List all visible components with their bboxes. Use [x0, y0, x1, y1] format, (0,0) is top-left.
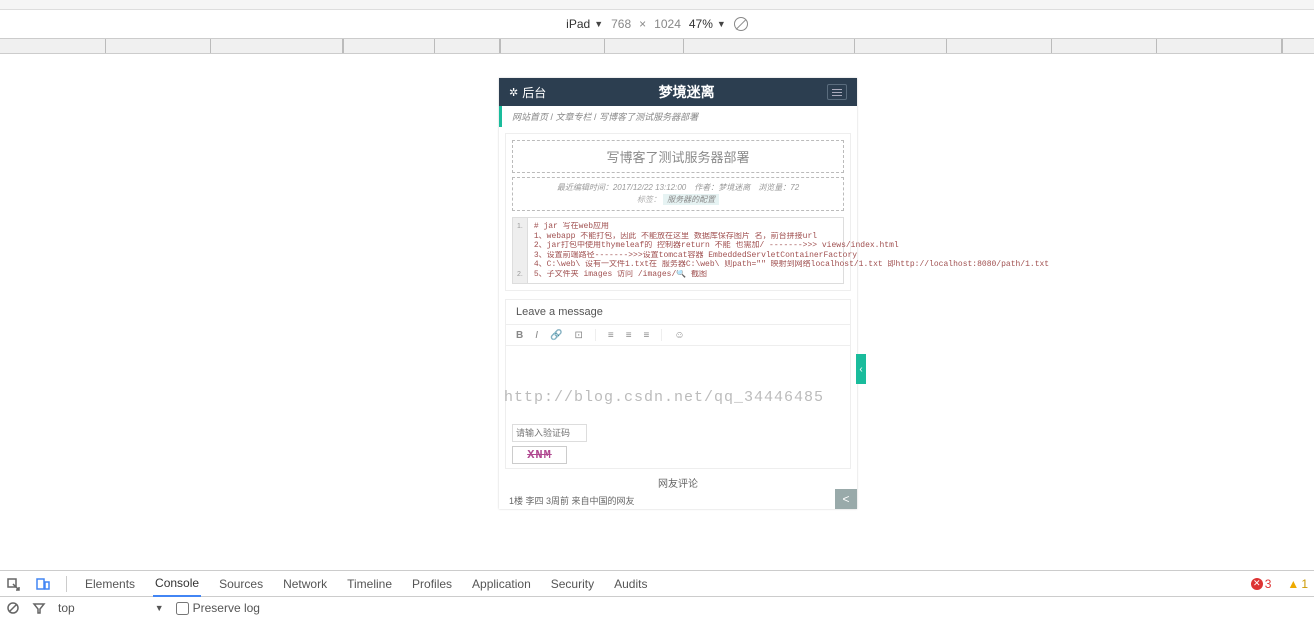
tab-audits[interactable]: Audits: [612, 571, 649, 597]
comments-section-title: 网友评论: [499, 475, 857, 490]
mobile-page: ✲ 后台 梦境迷离 网站首页 / 文章专栏 / 写博客了测试服务器部署 写博客了…: [499, 78, 857, 509]
error-icon: ✕: [1251, 578, 1263, 590]
breadcrumb: 网站首页 / 文章专栏 / 写博客了测试服务器部署: [499, 106, 857, 127]
warning-icon: ▲: [1287, 577, 1299, 591]
no-throttling-icon[interactable]: [734, 17, 748, 31]
side-collapse-tab[interactable]: ‹: [856, 354, 866, 384]
device-height[interactable]: 1024: [654, 17, 681, 31]
comment-textarea[interactable]: [506, 346, 850, 420]
code-gutter: 1. 2.: [513, 218, 528, 283]
site-title: 梦境迷离: [659, 82, 715, 102]
console-toolbar: top ▼ Preserve log: [0, 597, 1314, 619]
device-toolbar: iPad ▼ 768 × 1024 47% ▼: [0, 10, 1314, 38]
article-tag[interactable]: 服务器的配置: [663, 194, 719, 205]
device-select[interactable]: iPad ▼: [566, 17, 603, 31]
devtools-tabs: Elements Console Sources Network Timelin…: [0, 571, 1314, 597]
devtools-panel: Elements Console Sources Network Timelin…: [0, 570, 1314, 618]
tab-console[interactable]: Console: [153, 571, 201, 597]
article-container: 写博客了测试服务器部署 最近编辑时间：2017/12/22 13:12:00 作…: [505, 133, 851, 291]
warning-count[interactable]: ▲1: [1287, 577, 1308, 591]
filter-icon[interactable]: [32, 601, 46, 615]
code-block: 1. 2. # jar 写在web应用 1、webapp 不能打包，因此 不能放…: [512, 217, 844, 284]
tab-elements[interactable]: Elements: [83, 571, 137, 597]
error-count[interactable]: ✕3: [1251, 577, 1272, 591]
breadcrumb-current: 写博客了测试服务器部署: [599, 112, 698, 122]
page-header: ✲ 后台 梦境迷离: [499, 78, 857, 106]
device-width[interactable]: 768: [611, 17, 631, 31]
dimension-x: ×: [639, 17, 646, 31]
tab-sources[interactable]: Sources: [217, 571, 265, 597]
tab-network[interactable]: Network: [281, 571, 329, 597]
breadcrumb-home[interactable]: 网站首页: [512, 112, 548, 122]
preserve-log-input[interactable]: [176, 602, 189, 615]
zoom-select[interactable]: 47% ▼: [689, 17, 726, 31]
menu-button[interactable]: [827, 84, 847, 100]
leave-message-title: Leave a message: [506, 300, 850, 325]
comment-editor: Leave a message B I 🔗 ⊡ ≡ ≡ ≡ ☺ XNM: [505, 299, 851, 469]
separator: [661, 329, 662, 341]
captcha-input[interactable]: [512, 424, 587, 442]
separator: [595, 329, 596, 341]
comment-item: 1楼 李四 3周前 来自中国的网友: [499, 492, 857, 509]
bold-button[interactable]: B: [516, 330, 523, 341]
code-content: # jar 写在web应用 1、webapp 不能打包，因此 不能放在这里 数据…: [528, 218, 1055, 283]
clear-console-icon[interactable]: [6, 601, 20, 615]
align-center-button[interactable]: ≡: [626, 330, 632, 341]
device-viewport: ✲ 后台 梦境迷离 网站首页 / 文章专栏 / 写博客了测试服务器部署 写博客了…: [0, 54, 1314, 570]
tab-security[interactable]: Security: [549, 571, 596, 597]
meta-line: 最近编辑时间：2017/12/22 13:12:00 作者：梦境迷离 浏览量：7…: [517, 182, 839, 194]
tab-timeline[interactable]: Timeline: [345, 571, 394, 597]
tab-application[interactable]: Application: [470, 571, 533, 597]
admin-link[interactable]: ✲ 后台: [509, 84, 546, 101]
align-left-button[interactable]: ≡: [608, 330, 614, 341]
share-button[interactable]: <: [835, 489, 857, 509]
zoom-value: 47%: [689, 17, 713, 31]
ruler: [0, 38, 1314, 54]
italic-button[interactable]: I: [535, 330, 538, 341]
editor-toolbar: B I 🔗 ⊡ ≡ ≡ ≡ ☺: [506, 325, 850, 346]
chevron-down-icon: ▼: [594, 19, 603, 29]
browser-toolbar-fragment: [0, 0, 1314, 10]
preserve-log-checkbox[interactable]: Preserve log: [176, 601, 260, 615]
admin-label: 后台: [522, 84, 546, 101]
share-icon: <: [842, 492, 849, 506]
article-title: 写博客了测试服务器部署: [512, 140, 844, 173]
device-mode-icon[interactable]: [36, 577, 50, 591]
context-select[interactable]: top ▼: [58, 601, 164, 615]
inspect-icon[interactable]: [6, 577, 20, 591]
tag-label: 标签：: [637, 195, 661, 204]
gear-icon: ✲: [509, 86, 518, 99]
link-button[interactable]: 🔗: [550, 330, 562, 341]
chevron-down-icon: ▼: [717, 19, 726, 29]
breadcrumb-column[interactable]: 文章专栏: [556, 112, 592, 122]
emoji-button[interactable]: ☺: [674, 330, 684, 341]
tab-profiles[interactable]: Profiles: [410, 571, 454, 597]
chevron-down-icon: ▼: [155, 603, 164, 613]
device-name: iPad: [566, 17, 590, 31]
article-meta: 最近编辑时间：2017/12/22 13:12:00 作者：梦境迷离 浏览量：7…: [512, 177, 844, 211]
image-button[interactable]: ⊡: [574, 330, 582, 341]
captcha-image[interactable]: XNM: [512, 446, 567, 464]
align-right-button[interactable]: ≡: [644, 330, 650, 341]
